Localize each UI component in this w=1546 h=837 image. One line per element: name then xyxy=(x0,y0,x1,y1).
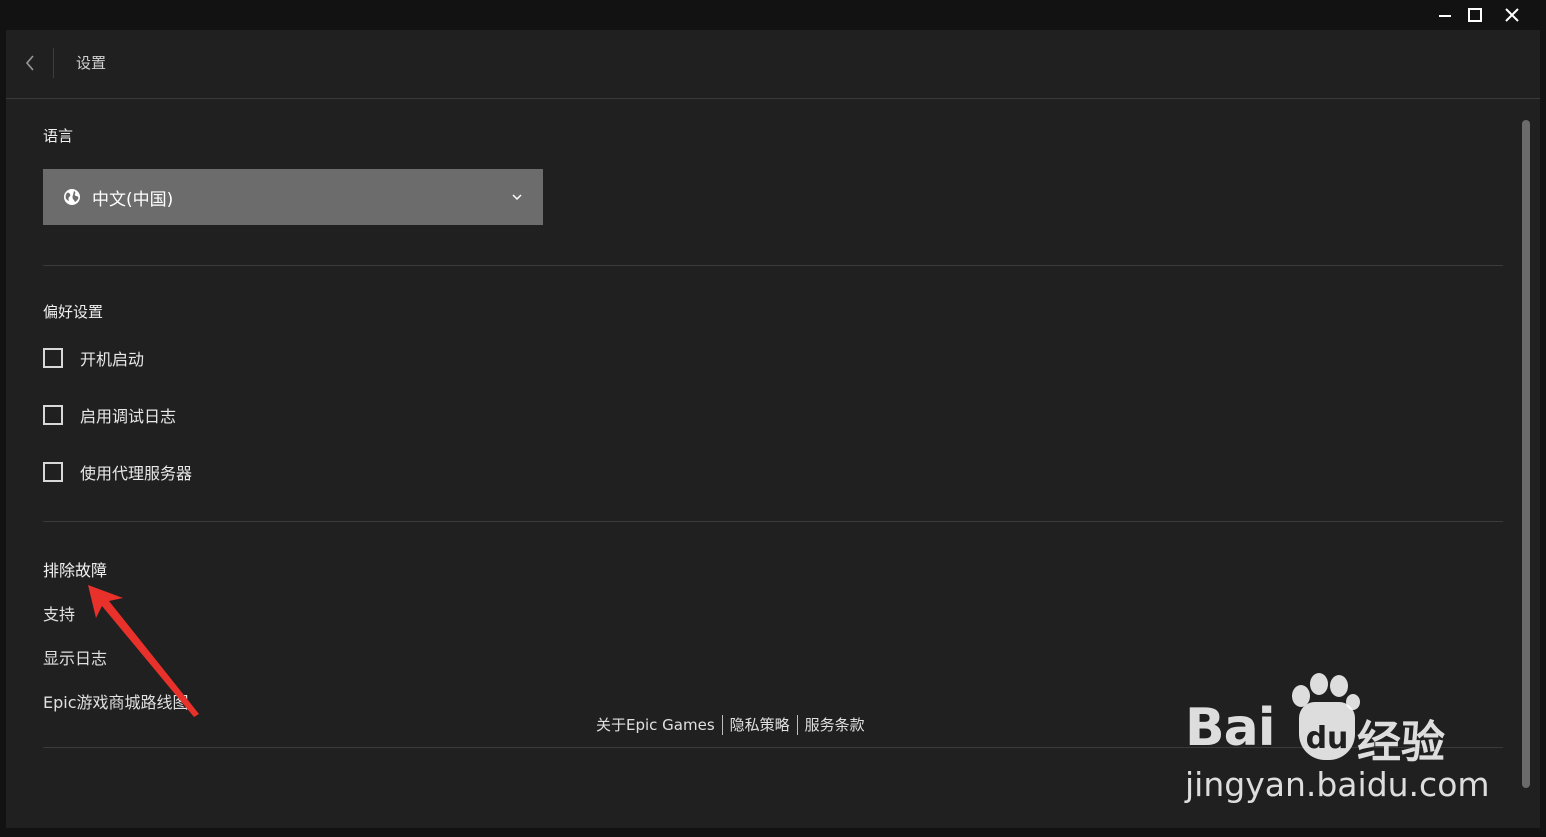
about-epic-link[interactable]: 关于Epic Games xyxy=(596,714,715,735)
chevron-down-icon xyxy=(511,191,523,203)
settings-header: 设置 xyxy=(6,30,1540,99)
watermark-du: du xyxy=(1299,702,1355,760)
footer-separator xyxy=(796,714,798,735)
startup-checkbox[interactable] xyxy=(43,348,63,368)
roadmap-link[interactable]: Epic游戏商城路线图 xyxy=(43,689,189,713)
minimize-button[interactable] xyxy=(1430,4,1460,26)
show-logs-link[interactable]: 显示日志 xyxy=(43,645,107,669)
footer-separator xyxy=(721,714,723,735)
close-icon xyxy=(1505,8,1519,22)
language-select[interactable]: 中文(中国) xyxy=(43,169,543,225)
baidu-jingyan-watermark: Bai du 经验 jingyan.baidu.com xyxy=(1185,670,1490,805)
startup-checkbox-row[interactable]: 开机启动 xyxy=(43,346,144,370)
watermark-url: jingyan.baidu.com xyxy=(1185,765,1490,804)
scrollbar-thumb[interactable] xyxy=(1522,120,1530,788)
proxy-checkbox[interactable] xyxy=(43,462,63,482)
debug-log-checkbox-label: 启用调试日志 xyxy=(80,407,177,426)
proxy-checkbox-label: 使用代理服务器 xyxy=(80,464,193,483)
footer-links: 关于Epic Games 隐私策略 服务条款 xyxy=(596,714,865,735)
scrollbar[interactable] xyxy=(1520,120,1532,812)
startup-checkbox-label: 开机启动 xyxy=(80,350,145,369)
preferences-section-label: 偏好设置 xyxy=(43,303,104,321)
debug-log-checkbox[interactable] xyxy=(43,405,63,425)
support-link[interactable]: 支持 xyxy=(43,601,75,625)
maximize-icon xyxy=(1468,8,1482,22)
minimize-icon xyxy=(1439,15,1451,17)
chevron-left-icon xyxy=(25,55,34,71)
proxy-checkbox-row[interactable]: 使用代理服务器 xyxy=(43,460,192,484)
section-divider xyxy=(43,521,1503,522)
page-title: 设置 xyxy=(76,54,107,72)
language-selected-value: 中文(中国) xyxy=(92,189,174,210)
privacy-policy-link[interactable]: 隐私策略 xyxy=(730,714,790,735)
terms-of-service-link[interactable]: 服务条款 xyxy=(805,714,865,735)
maximize-button[interactable] xyxy=(1460,4,1490,26)
language-section-label: 语言 xyxy=(43,127,74,145)
window-titlebar xyxy=(0,0,1546,30)
troubleshoot-section-label: 排除故障 xyxy=(43,561,108,580)
watermark-jingyan: 经验 xyxy=(1357,717,1445,768)
watermark-bai: Bai xyxy=(1185,698,1276,758)
section-divider xyxy=(43,265,1503,266)
close-button[interactable] xyxy=(1497,4,1527,26)
globe-icon xyxy=(63,188,81,206)
debug-log-checkbox-row[interactable]: 启用调试日志 xyxy=(43,403,176,427)
back-button[interactable] xyxy=(20,52,40,74)
header-divider xyxy=(53,48,54,78)
